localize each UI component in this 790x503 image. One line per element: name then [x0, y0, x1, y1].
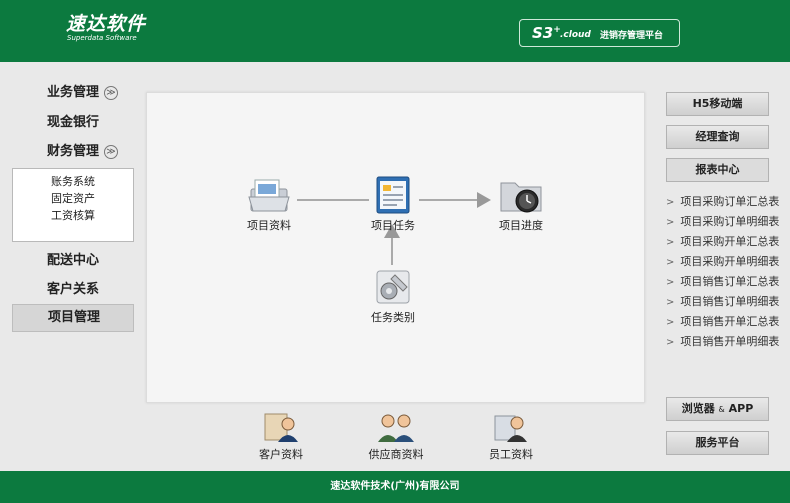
report-link[interactable]: > 项目销售订单汇总表: [666, 275, 786, 290]
node-project-task[interactable]: 项目任务: [363, 175, 423, 233]
shortcut-employee-info[interactable]: 员工资料: [484, 410, 538, 462]
node-label: 项目进度: [499, 219, 543, 232]
brand-s3: S3+: [532, 24, 561, 42]
product-brand-badge: S3+ .cloud 进销存管理平台: [519, 19, 680, 47]
service-platform-button[interactable]: 服务平台: [666, 431, 769, 455]
node-label: 项目任务: [371, 219, 415, 232]
menu-finance-management[interactable]: 财务管理 ≫: [12, 139, 134, 165]
node-project-progress[interactable]: 项目进度: [491, 175, 551, 233]
logo-english: Superdata Software: [67, 34, 137, 42]
report-link[interactable]: > 项目销售开单明细表: [666, 335, 786, 350]
logo-chinese: 速达软件: [66, 13, 147, 35]
menu-label: 现金银行: [47, 115, 100, 130]
shortcut-label: 客户资料: [259, 448, 303, 461]
project-flow-panel: 项目资料 项目任务 项目进度 任务类别: [146, 92, 645, 403]
submenu-item-fixed-assets[interactable]: 固定资产: [13, 190, 133, 207]
menu-business-management[interactable]: 业务管理 ≫: [12, 80, 134, 106]
menu-label: 业务管理: [47, 85, 100, 100]
finance-submenu: 账务系统 固定资产 工资核算: [12, 168, 134, 242]
menu-label: 财务管理: [47, 144, 100, 159]
chevron-right-icon: >: [666, 317, 675, 328]
menu-distribution-center[interactable]: 配送中心: [12, 248, 134, 274]
submenu-item-accounting[interactable]: 账务系统: [13, 173, 133, 190]
document-folder-icon: [248, 179, 290, 212]
brand-subtitle: 进销存管理平台: [600, 31, 664, 41]
report-center-button[interactable]: 报表中心: [666, 158, 769, 182]
menu-label: 客户关系: [47, 282, 100, 297]
menu-label: 配送中心: [47, 253, 100, 268]
superdata-logo: 速达软件 Superdata Software: [66, 14, 146, 43]
expand-chevron-icon[interactable]: ≫: [104, 145, 119, 159]
node-label: 任务类别: [371, 311, 415, 324]
clock-folder-icon: [500, 182, 542, 213]
menu-customer-relations[interactable]: 客户关系: [12, 277, 134, 303]
report-link[interactable]: > 项目销售开单汇总表: [666, 315, 786, 330]
report-link[interactable]: > 项目采购开单明细表: [666, 255, 786, 270]
task-board-icon: [376, 176, 410, 214]
report-link[interactable]: > 项目销售订单明细表: [666, 295, 786, 310]
customer-person-icon: [264, 413, 298, 442]
manager-query-button[interactable]: 经理查询: [666, 125, 769, 149]
shortcut-label: 供应商资料: [368, 448, 424, 461]
chevron-right-icon: >: [666, 197, 675, 208]
h5-mobile-button[interactable]: H5移动端: [666, 92, 769, 116]
gear-tools-icon: [376, 270, 410, 304]
expand-chevron-icon[interactable]: ≫: [104, 86, 119, 100]
shortcut-label: 员工资料: [489, 448, 533, 461]
employee-person-icon: [494, 415, 527, 442]
chevron-right-icon: >: [666, 277, 675, 288]
node-task-category[interactable]: 任务类别: [363, 267, 423, 325]
top-header: 速达软件 Superdata Software S3+ .cloud 进销存管理…: [0, 0, 790, 62]
menu-label: 项目管理: [48, 310, 101, 325]
chevron-right-icon: >: [666, 217, 675, 228]
chevron-right-icon: >: [666, 337, 675, 348]
browser-app-button[interactable]: 浏览器 & APP: [666, 397, 769, 421]
shortcut-customer-info[interactable]: 客户资料: [254, 410, 308, 462]
footer-bar: 速达软件技术(广州)有限公司: [0, 471, 790, 503]
node-label: 项目资料: [247, 219, 291, 232]
report-link[interactable]: > 项目采购订单明细表: [666, 215, 786, 230]
chevron-right-icon: >: [666, 257, 675, 268]
company-name: 速达软件技术(广州)有限公司: [330, 481, 460, 492]
submenu-item-payroll[interactable]: 工资核算: [13, 207, 133, 224]
report-link[interactable]: > 项目采购订单汇总表: [666, 195, 786, 210]
menu-cash-bank[interactable]: 现金银行: [12, 110, 134, 136]
chevron-right-icon: >: [666, 297, 675, 308]
chevron-right-icon: >: [666, 237, 675, 248]
menu-project-management[interactable]: 项目管理: [12, 304, 134, 332]
report-link[interactable]: > 项目采购开单汇总表: [666, 235, 786, 250]
node-project-info[interactable]: 项目资料: [239, 177, 299, 233]
flow-arrows: [297, 192, 491, 265]
brand-cloud: .cloud: [560, 30, 591, 40]
shortcut-supplier-info[interactable]: 供应商资料: [362, 410, 430, 462]
supplier-group-icon: [378, 414, 414, 442]
